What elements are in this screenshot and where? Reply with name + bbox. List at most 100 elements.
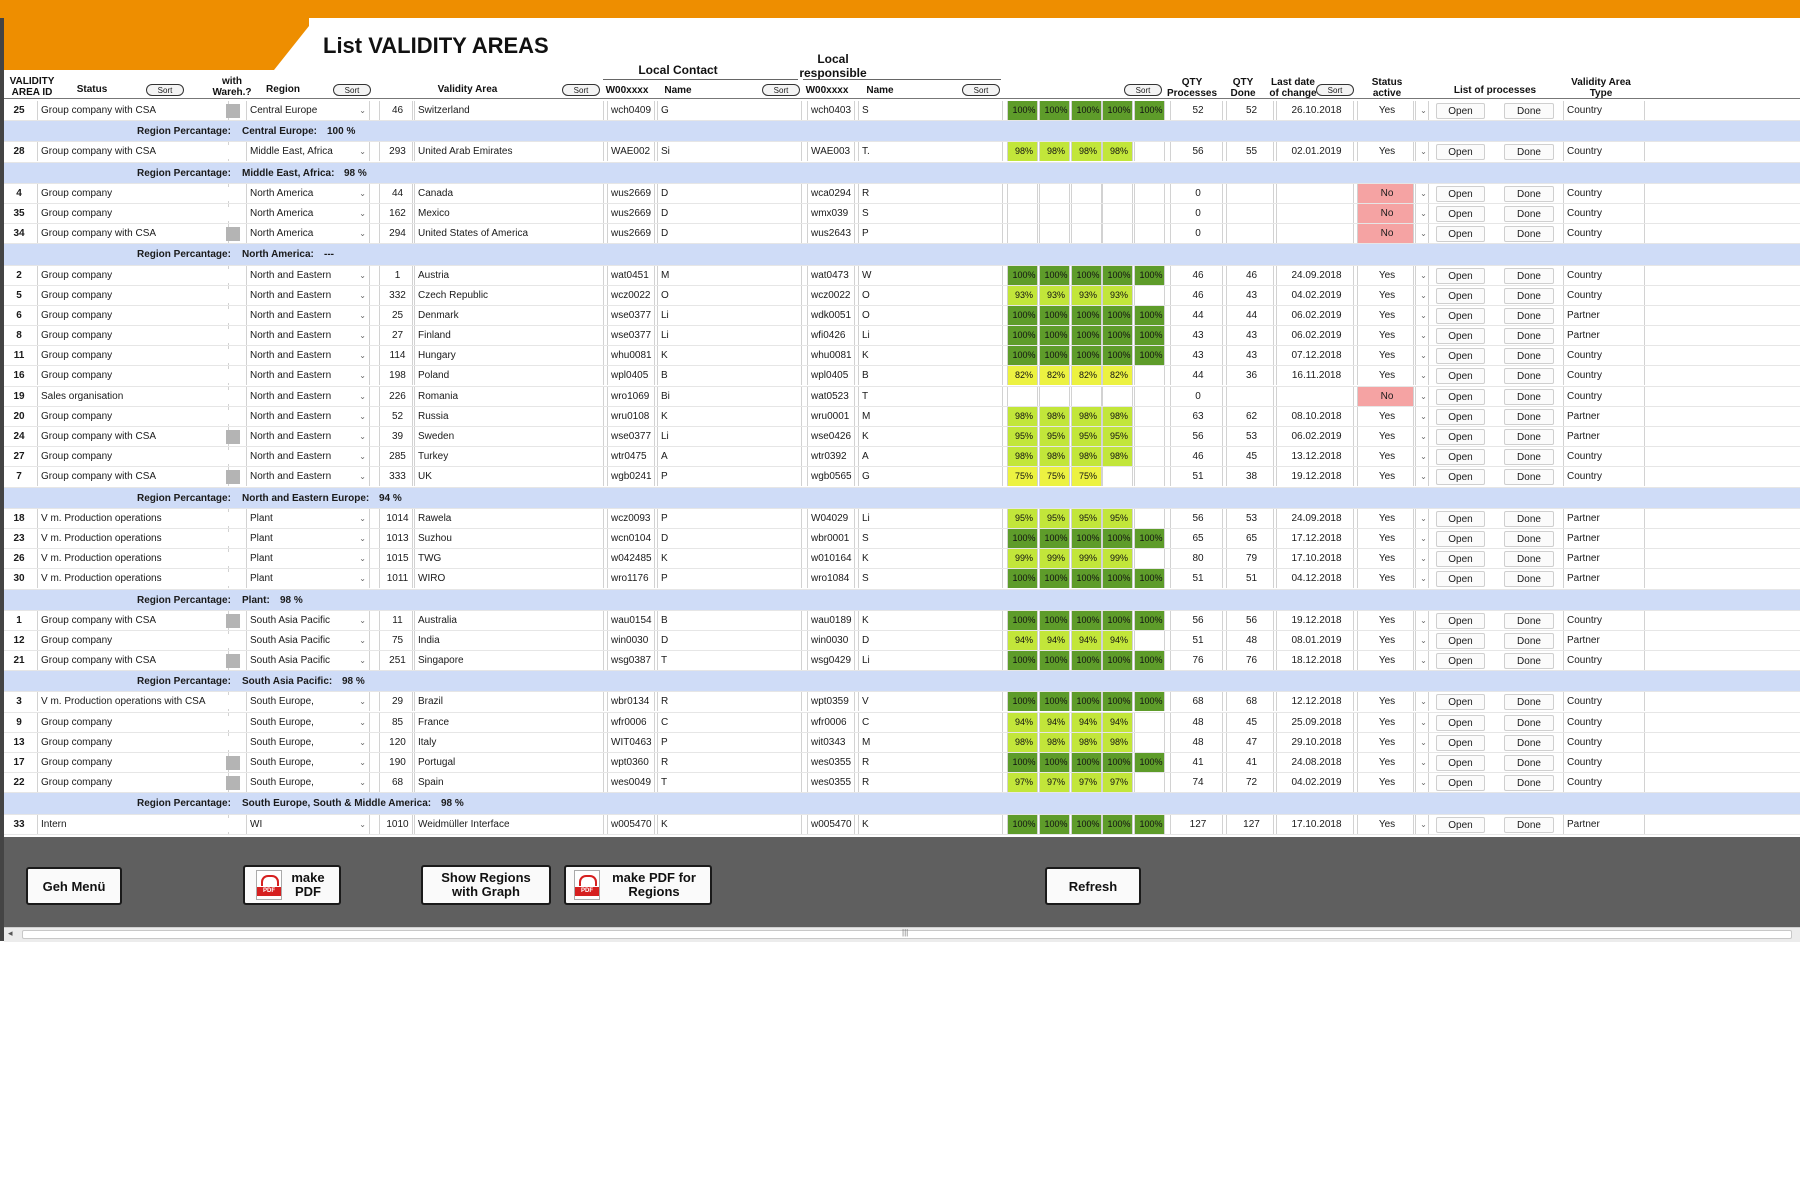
local-responsible-id[interactable]: win0030 xyxy=(807,630,855,650)
done-button[interactable]: Done xyxy=(1504,185,1554,202)
local-responsible-id[interactable]: wes0355 xyxy=(807,753,855,772)
local-responsible-id[interactable]: wpt0359 xyxy=(807,692,855,712)
chevron-down-icon[interactable]: ⌄ xyxy=(1415,366,1429,386)
local-contact-id[interactable]: wfr0006 xyxy=(607,712,655,732)
region-dropdown[interactable]: Central Europe ⌄ xyxy=(246,101,370,120)
sort-local-responsible-button[interactable]: Sort xyxy=(962,84,1000,96)
validity-area-name[interactable]: Switzerland xyxy=(414,101,604,120)
local-contact-name[interactable]: B xyxy=(657,610,802,630)
local-contact-name[interactable]: R xyxy=(657,692,802,712)
status-active-select[interactable]: Yes xyxy=(1357,549,1414,569)
done-button[interactable]: Done xyxy=(1504,429,1554,445)
open-button[interactable]: Open xyxy=(1436,226,1485,243)
local-contact-name[interactable]: K xyxy=(657,814,802,834)
local-responsible-id[interactable]: w005470 xyxy=(807,814,855,834)
local-responsible-name[interactable]: Li xyxy=(858,508,1003,528)
local-contact-id[interactable]: wus2669 xyxy=(607,224,655,244)
status-cell[interactable]: V m. Production operations with CSA xyxy=(37,692,229,712)
chevron-down-icon[interactable]: ⌄ xyxy=(359,306,366,325)
local-responsible-id[interactable]: wsg0429 xyxy=(807,651,855,671)
local-contact-id[interactable]: wro1069 xyxy=(607,386,655,406)
with-warehouse-flag[interactable] xyxy=(226,817,240,832)
status-cell[interactable]: Group company xyxy=(37,447,229,467)
done-button[interactable]: Done xyxy=(1504,267,1554,284)
with-warehouse-flag[interactable] xyxy=(226,268,240,283)
scroll-left-icon[interactable]: ◂ xyxy=(8,928,13,939)
status-active-select[interactable]: Yes xyxy=(1357,406,1414,426)
validity-area-name[interactable]: WIRO xyxy=(414,569,604,589)
local-responsible-name[interactable]: R xyxy=(858,753,1003,772)
local-responsible-id[interactable]: wru0001 xyxy=(807,406,855,426)
with-warehouse-flag[interactable] xyxy=(226,329,240,344)
status-cell[interactable]: Group company xyxy=(37,203,229,223)
with-warehouse-flag[interactable] xyxy=(226,735,240,750)
local-contact-name[interactable]: T xyxy=(657,773,802,793)
local-responsible-id[interactable]: wes0355 xyxy=(807,773,855,793)
open-button[interactable]: Open xyxy=(1436,571,1485,588)
status-cell[interactable]: Group company with CSA xyxy=(37,651,229,671)
done-button[interactable]: Done xyxy=(1504,307,1554,324)
status-cell[interactable]: Group company with CSA xyxy=(37,142,229,162)
local-responsible-id[interactable]: wfr0006 xyxy=(807,712,855,732)
done-button[interactable]: Done xyxy=(1504,551,1554,568)
with-warehouse-flag[interactable] xyxy=(226,695,240,710)
status-cell[interactable]: Group company xyxy=(37,366,229,386)
local-contact-name[interactable]: A xyxy=(657,447,802,467)
open-button[interactable]: Open xyxy=(1436,714,1485,731)
local-responsible-id[interactable]: wau0189 xyxy=(807,610,855,630)
chevron-down-icon[interactable]: ⌄ xyxy=(359,224,366,243)
status-active-select[interactable]: Yes xyxy=(1357,508,1414,528)
local-contact-name[interactable]: P xyxy=(657,508,802,528)
local-contact-name[interactable]: D xyxy=(657,183,802,203)
local-responsible-name[interactable]: S xyxy=(858,569,1003,589)
status-cell[interactable]: Group company with CSA xyxy=(37,467,229,487)
chevron-down-icon[interactable]: ⌄ xyxy=(359,447,366,466)
done-button[interactable]: Done xyxy=(1504,755,1554,771)
validity-area-name[interactable]: Austria xyxy=(414,265,604,285)
region-dropdown[interactable]: Plant ⌄ xyxy=(246,528,370,548)
status-active-select[interactable]: Yes xyxy=(1357,732,1414,752)
local-contact-id[interactable]: wsg0387 xyxy=(607,651,655,671)
region-dropdown[interactable]: North America ⌄ xyxy=(246,224,370,244)
local-responsible-name[interactable]: S xyxy=(858,528,1003,548)
region-dropdown[interactable]: Middle East, Africa ⌄ xyxy=(246,142,370,162)
open-button[interactable]: Open xyxy=(1436,429,1485,445)
local-contact-name[interactable]: Li xyxy=(657,427,802,446)
chevron-down-icon[interactable]: ⌄ xyxy=(1415,427,1429,446)
local-responsible-id[interactable]: wcz0022 xyxy=(807,285,855,305)
local-contact-id[interactable]: WAE002 xyxy=(607,142,655,162)
status-cell[interactable]: Intern xyxy=(37,814,229,834)
validity-area-name[interactable]: Weidmüller Interface xyxy=(414,814,604,834)
local-responsible-name[interactable]: O xyxy=(858,285,1003,305)
open-button[interactable]: Open xyxy=(1436,775,1485,792)
chevron-down-icon[interactable]: ⌄ xyxy=(1415,549,1429,569)
region-dropdown[interactable]: North and Eastern ⌄ xyxy=(246,366,370,386)
open-button[interactable]: Open xyxy=(1436,287,1485,304)
local-responsible-id[interactable]: wse0426 xyxy=(807,427,855,446)
horizontal-scrollbar[interactable]: ◂ ||| xyxy=(4,927,1800,942)
done-button[interactable]: Done xyxy=(1504,612,1554,629)
validity-area-name[interactable]: Czech Republic xyxy=(414,285,604,305)
local-responsible-name[interactable]: M xyxy=(858,732,1003,752)
local-responsible-name[interactable]: K xyxy=(858,610,1003,630)
local-contact-id[interactable]: wse0377 xyxy=(607,305,655,325)
open-button[interactable]: Open xyxy=(1436,205,1485,222)
status-active-select[interactable]: Yes xyxy=(1357,528,1414,548)
open-button[interactable]: Open xyxy=(1436,388,1485,405)
validity-area-name[interactable]: Portugal xyxy=(414,753,604,772)
local-contact-id[interactable]: wat0451 xyxy=(607,265,655,285)
status-active-select[interactable]: Yes xyxy=(1357,285,1414,305)
chevron-down-icon[interactable]: ⌄ xyxy=(1415,183,1429,203)
with-warehouse-flag[interactable] xyxy=(226,308,240,323)
chevron-down-icon[interactable]: ⌄ xyxy=(1415,814,1429,834)
local-responsible-name[interactable]: C xyxy=(858,712,1003,732)
status-active-select[interactable]: Yes xyxy=(1357,814,1414,834)
status-active-select[interactable]: No xyxy=(1357,203,1414,223)
status-cell[interactable]: Group company xyxy=(37,285,229,305)
status-active-select[interactable]: Yes xyxy=(1357,692,1414,712)
status-cell[interactable]: V m. Production operations xyxy=(37,528,229,548)
local-responsible-id[interactable]: wgb0565 xyxy=(807,467,855,487)
local-responsible-id[interactable]: w010164 xyxy=(807,549,855,569)
open-button[interactable]: Open xyxy=(1436,408,1485,425)
status-cell[interactable]: Group company with CSA xyxy=(37,427,229,446)
